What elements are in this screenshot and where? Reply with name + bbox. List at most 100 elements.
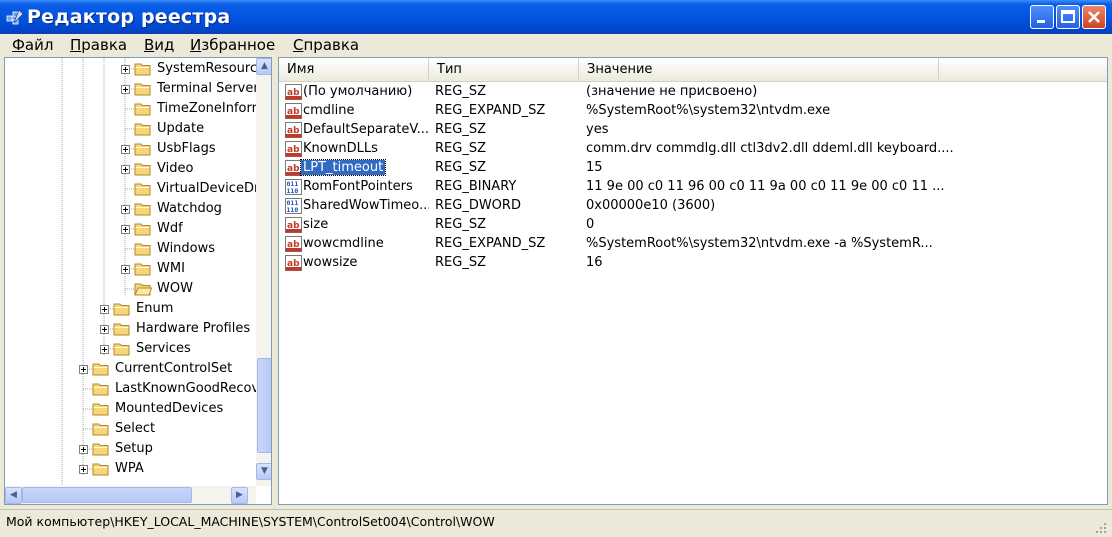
tree-item-label: TimeZoneInforr [157, 101, 257, 116]
binary-value-icon: 011 110 [285, 198, 302, 214]
tree-item-label: Enum [136, 301, 174, 316]
table-row[interactable]: 011 110 RomFontPointers REG_BINARY 11 9e… [279, 178, 1107, 197]
scroll-up-button[interactable]: ▲ [256, 58, 271, 75]
tree-item[interactable]: Wdf [5, 219, 256, 239]
scroll-left-button[interactable]: ◀ [5, 487, 22, 504]
table-row[interactable]: ab size REG_SZ 0 [279, 216, 1107, 235]
resize-grip-icon[interactable] [1094, 521, 1108, 535]
scroll-right-button[interactable]: ▶ [231, 487, 248, 504]
folder-icon [113, 322, 131, 336]
column-header-value[interactable]: Значение [579, 58, 939, 82]
expand-plus-icon[interactable] [79, 445, 88, 454]
value-type: REG_SZ [435, 122, 486, 137]
tree-item[interactable]: WOW [5, 279, 256, 299]
expand-plus-icon[interactable] [121, 205, 130, 214]
tree-item[interactable]: UsbFlags [5, 139, 256, 159]
menu-edit[interactable]: Правка [70, 36, 127, 54]
menu-file[interactable]: Файл [12, 36, 53, 54]
tree-vertical-scroll-thumb[interactable] [257, 358, 271, 453]
tree-item[interactable]: Select [5, 419, 256, 439]
tree-item[interactable]: Update [5, 119, 256, 139]
table-row[interactable]: 011 110 SharedWowTimeo... REG_DWORD 0x00… [279, 197, 1107, 216]
tree-item[interactable]: WPA [5, 459, 256, 479]
tree-item[interactable]: Hardware Profiles [5, 319, 256, 339]
table-row[interactable]: ab (По умолчанию) REG_SZ (значение не пр… [279, 83, 1107, 102]
scroll-down-button[interactable]: ▼ [256, 463, 271, 480]
table-row[interactable]: ab wowcmdline REG_EXPAND_SZ %SystemRoot%… [279, 235, 1107, 254]
tree-item[interactable]: Windows [5, 239, 256, 259]
expand-plus-icon[interactable] [121, 165, 130, 174]
expand-plus-icon[interactable] [121, 145, 130, 154]
maximize-button[interactable] [1056, 5, 1080, 29]
value-name: DefaultSeparateV... [303, 122, 429, 137]
string-value-icon: ab [285, 103, 302, 119]
value-type: REG_BINARY [435, 179, 517, 194]
tree-item-label: Hardware Profiles [136, 321, 251, 336]
svg-text:110: 110 [287, 187, 299, 195]
menu-help[interactable]: Справка [293, 36, 359, 54]
value-data: %SystemRoot%\system32\ntvdm.exe -a %Syst… [586, 236, 933, 251]
expand-plus-icon[interactable] [121, 265, 130, 274]
string-value-icon: ab [285, 217, 302, 233]
values-list[interactable]: Имя Тип Значение ab (По умолчанию) REG_S… [278, 57, 1108, 505]
tree-item[interactable]: Services [5, 339, 256, 359]
menu-view[interactable]: Вид [144, 36, 174, 54]
registry-tree[interactable]: SystemResourc Terminal Server TimeZoneIn… [4, 57, 272, 505]
tree-item[interactable]: TimeZoneInforr [5, 99, 257, 119]
title-bar[interactable]: Редактор реестра [0, 0, 1112, 34]
binary-value-icon: 011 110 [285, 179, 302, 195]
expand-plus-icon[interactable] [121, 85, 130, 94]
tree-item-label: VirtualDeviceDr [157, 181, 260, 196]
value-type: REG_SZ [435, 84, 486, 99]
tree-vertical-scrollbar[interactable]: ▲ ▼ [256, 58, 271, 486]
folder-icon [134, 202, 152, 216]
tree-item[interactable]: MountedDevices [5, 399, 256, 419]
tree-item-label: WMI [157, 261, 185, 276]
expand-plus-icon[interactable] [79, 365, 88, 374]
table-row[interactable]: ab wowsize REG_SZ 16 [279, 254, 1107, 273]
folder-open-icon [134, 282, 153, 296]
expand-plus-icon[interactable] [100, 345, 109, 354]
tree-item[interactable]: Watchdog [5, 199, 256, 219]
tree-item-label: WPA [115, 461, 144, 476]
tree-item[interactable]: Enum [5, 299, 256, 319]
tree-item[interactable]: VirtualDeviceDr [5, 179, 260, 199]
tree-horizontal-scrollbar[interactable]: ◀ ▶ [5, 486, 256, 504]
value-name: KnownDLLs [303, 141, 378, 156]
expand-plus-icon[interactable] [121, 225, 130, 234]
value-name: (По умолчанию) [303, 84, 413, 99]
expand-plus-icon[interactable] [79, 465, 88, 474]
minimize-button[interactable] [1030, 5, 1054, 29]
tree-item[interactable]: Setup [5, 439, 256, 459]
tree-item[interactable]: Terminal Server [5, 79, 259, 99]
tree-item[interactable]: SystemResourc [5, 59, 257, 79]
tree-item[interactable]: Video [5, 159, 256, 179]
expand-plus-icon[interactable] [100, 305, 109, 314]
tree-item-label: Terminal Server [157, 81, 259, 96]
folder-icon [92, 442, 110, 456]
column-header-type[interactable]: Тип [429, 58, 579, 82]
folder-icon [92, 462, 110, 476]
menu-favorites[interactable]: Избранное [190, 36, 275, 54]
value-type: REG_SZ [435, 141, 486, 156]
string-value-icon: ab [285, 122, 302, 138]
table-row[interactable]: ab cmdline REG_EXPAND_SZ %SystemRoot%\sy… [279, 102, 1107, 121]
tree-item-label: Setup [115, 441, 153, 456]
value-data: 15 [586, 160, 603, 175]
expand-plus-icon[interactable] [121, 65, 130, 74]
tree-item[interactable]: CurrentControlSet [5, 359, 256, 379]
folder-icon [113, 302, 131, 316]
tree-item[interactable]: WMI [5, 259, 256, 279]
expand-plus-icon[interactable] [100, 325, 109, 334]
column-header-name[interactable]: Имя [279, 58, 429, 82]
folder-icon [92, 422, 110, 436]
tree-horizontal-scroll-thumb[interactable] [22, 487, 192, 503]
table-row[interactable]: ab KnownDLLs REG_SZ comm.drv commdlg.dll… [279, 140, 1107, 159]
table-row[interactable]: ab LPT_timeout REG_SZ 15 [279, 159, 1107, 178]
value-name: size [303, 217, 329, 232]
tree-item[interactable]: LastKnownGoodRecov [5, 379, 259, 399]
value-data: comm.drv commdlg.dll ctl3dv2.dll ddeml.d… [586, 141, 954, 156]
table-row[interactable]: ab DefaultSeparateV... REG_SZ yes [279, 121, 1107, 140]
folder-icon [92, 362, 110, 376]
close-button[interactable] [1082, 5, 1106, 29]
